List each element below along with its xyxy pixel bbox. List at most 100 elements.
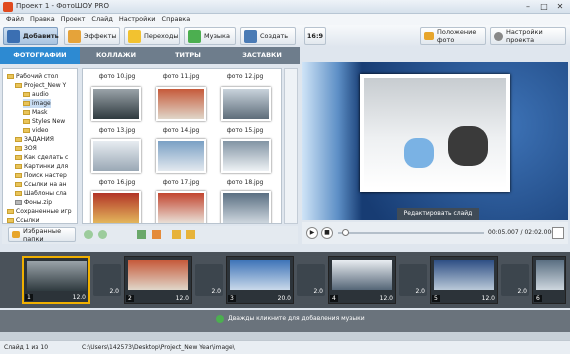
menu-file[interactable]: Файл — [6, 14, 24, 25]
tree-item[interactable]: Mask — [23, 108, 47, 117]
timeline-transition[interactable]: 2.0 — [93, 264, 121, 296]
frost-swirl — [302, 62, 362, 220]
adult-figure — [448, 126, 488, 166]
menu-project[interactable]: Проект — [61, 14, 86, 25]
slide-thumbnail — [128, 260, 188, 290]
tree-item[interactable]: Project_New Y — [15, 81, 66, 90]
forward-icon[interactable] — [98, 230, 107, 239]
tree-item[interactable]: video — [23, 126, 48, 135]
timeline-transition[interactable]: 2.0 — [195, 264, 223, 296]
play-button[interactable]: ▶ — [306, 227, 318, 239]
fullscreen-icon[interactable] — [552, 227, 564, 239]
child-figure — [404, 138, 434, 168]
photo-thumbnail[interactable] — [91, 139, 141, 173]
menu-slide[interactable]: Слайд — [91, 14, 112, 25]
photo-thumbnail[interactable] — [156, 87, 206, 121]
photo-position-button[interactable]: Положение фото — [420, 27, 486, 45]
folder-add-icon[interactable] — [186, 230, 195, 239]
photo-thumbnail[interactable] — [156, 139, 206, 173]
tree-item[interactable]: Рабочий стол — [7, 72, 58, 81]
tree-item[interactable]: Шаблоны сла — [15, 189, 67, 198]
timeline-transition[interactable]: 2.0 — [399, 264, 427, 296]
timeline-slide[interactable]: 5 12.0 — [430, 256, 498, 304]
menu-help[interactable]: Справка — [162, 14, 191, 25]
timeline-slide[interactable]: 1 12.0 — [22, 256, 90, 304]
folder-icon — [7, 209, 14, 214]
timeline-scrollbar[interactable] — [0, 332, 570, 340]
folder-icon[interactable] — [172, 230, 181, 239]
tab-titles[interactable]: ТИТРЫ — [152, 47, 224, 64]
tree-item[interactable]: Как сделать с — [15, 153, 68, 162]
close-button[interactable]: ✕ — [552, 1, 568, 12]
folder-icon — [23, 128, 30, 133]
player-bar: ▶ ■ 00:05.007 / 02:02.000 — [302, 222, 568, 244]
folder-icon — [15, 83, 22, 88]
minimize-button[interactable]: – — [520, 1, 536, 12]
tree-item[interactable]: Styles New — [23, 117, 65, 126]
photo-thumbnail[interactable] — [91, 191, 141, 223]
folder-icon — [15, 182, 22, 187]
effects-tab[interactable]: Эффекты — [64, 27, 120, 45]
toolbar: Добавить Эффекты Переходы Музыка Создать… — [0, 25, 570, 47]
folder-icon — [23, 101, 30, 106]
folder-icon — [7, 74, 14, 79]
photo-grid-scrollbar[interactable] — [284, 68, 298, 224]
photo-caption: фото 15.jpg — [226, 127, 264, 134]
music-add-icon — [216, 315, 224, 323]
timeline-transition[interactable]: 2.0 — [501, 264, 529, 296]
tree-item[interactable]: ЗАДАНИЯ — [15, 135, 54, 144]
stop-button[interactable]: ■ — [321, 227, 333, 239]
timeline-slide[interactable]: 3 20.0 — [226, 256, 294, 304]
add-tab[interactable]: Добавить — [3, 27, 59, 45]
photo-caption: фото 11.jpg — [162, 73, 200, 80]
back-icon[interactable] — [84, 230, 93, 239]
folder-icon — [15, 146, 22, 151]
tree-item[interactable]: ЗОЯ — [15, 144, 37, 153]
timeline-slide[interactable]: 2 12.0 — [124, 256, 192, 304]
photo-thumbnail[interactable] — [91, 87, 141, 121]
timeline-transition[interactable]: 2.0 — [297, 264, 325, 296]
photo-thumbnail[interactable] — [221, 139, 271, 173]
folder-icon — [23, 119, 30, 124]
photo-thumbnail[interactable] — [221, 87, 271, 121]
folder-icon — [12, 231, 20, 238]
photo-caption: фото 12.jpg — [226, 73, 264, 80]
aspect-ratio-button[interactable]: 16:9 — [304, 27, 326, 45]
seek-handle[interactable] — [342, 229, 349, 236]
tab-collages[interactable]: КОЛЛАЖИ — [80, 47, 152, 64]
create-tab[interactable]: Создать — [240, 27, 296, 45]
tree-item[interactable]: Ссылки на ан — [15, 180, 67, 189]
menu-settings[interactable]: Настройки — [119, 14, 156, 25]
tree-item[interactable]: Картинки для — [15, 162, 68, 171]
seek-track[interactable] — [338, 232, 484, 234]
timeline-slide[interactable]: 4 12.0 — [328, 256, 396, 304]
tree-item[interactable]: audio — [23, 90, 49, 99]
up-icon[interactable] — [137, 230, 146, 239]
photo-caption: фото 10.jpg — [98, 73, 136, 80]
edit-slide-button[interactable]: Редактировать слайд — [397, 208, 479, 220]
maximize-button[interactable]: □ — [536, 1, 552, 12]
music-track[interactable]: Дважды кликните для добавления музыки — [0, 310, 570, 332]
photo-thumbnail[interactable] — [156, 191, 206, 223]
folder-icon — [15, 155, 22, 160]
disc-icon — [244, 29, 257, 43]
favorites-button[interactable]: Избранные папки — [8, 227, 76, 243]
tree-item[interactable]: Ссылки — [7, 216, 40, 223]
tree-item[interactable]: Сохраненные игр — [7, 207, 72, 216]
music-tab[interactable]: Музыка — [184, 27, 236, 45]
tab-photos[interactable]: ФОТОГРАФИИ — [0, 47, 80, 64]
effects-icon — [68, 29, 81, 43]
transitions-tab[interactable]: Переходы — [124, 27, 180, 45]
zip-icon — [15, 200, 22, 205]
tab-intros[interactable]: ЗАСТАВКИ — [224, 47, 300, 64]
home-icon[interactable] — [152, 230, 161, 239]
tree-item[interactable]: Фоны.zip — [15, 198, 52, 207]
menu-edit[interactable]: Правка — [30, 14, 55, 25]
tree-item[interactable]: Поиск настер — [15, 171, 67, 180]
current-path: C:\Users\142573\Desktop\Project_New Year… — [82, 344, 235, 351]
gear-icon — [494, 31, 503, 41]
photo-thumbnail[interactable] — [221, 191, 271, 223]
timeline-slide[interactable]: 6 — [532, 256, 566, 304]
tree-item-selected[interactable]: image — [23, 99, 51, 108]
project-settings-button[interactable]: Настройки проекта — [490, 27, 566, 45]
